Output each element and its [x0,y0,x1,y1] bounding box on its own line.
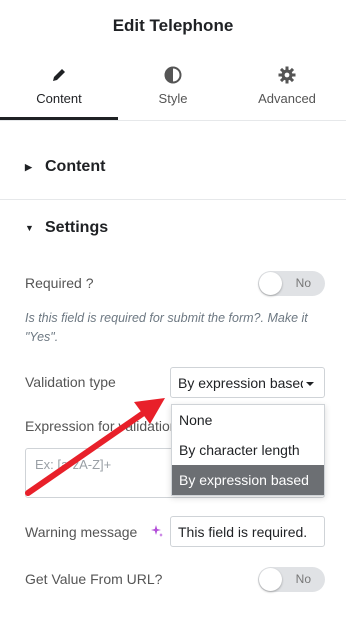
warning-message-input[interactable]: This field is required. [170,516,325,547]
gear-icon [278,65,296,85]
validation-type-dropdown: None By character length By expression b… [171,404,325,496]
panel-title: Edit Telephone [112,16,234,35]
validation-type-value: By expression based [178,374,303,391]
get-value-from-url-label: Get Value From URL? [25,571,163,587]
toggle-knob [259,568,282,591]
pencil-icon [51,65,67,85]
warning-message-value: This field is required. [178,523,308,540]
tab-content[interactable]: Content [0,52,118,120]
tab-advanced-label: Advanced [258,91,316,106]
tab-style[interactable]: Style [114,52,232,119]
tab-advanced[interactable]: Advanced [228,52,346,119]
section-content-header[interactable]: ▶ Content [0,139,346,195]
tab-bar: Content Style Advanced [0,52,346,121]
required-toggle-text: No [295,276,311,290]
option-by-expression-based[interactable]: By expression based [172,465,324,495]
caret-right-icon: ▶ [25,161,32,172]
get-value-from-url-toggle[interactable]: No [258,567,325,592]
half-circle-icon [164,65,182,85]
get-value-from-url-toggle-text: No [295,572,311,586]
option-none[interactable]: None [172,405,324,435]
required-toggle[interactable]: No [258,271,325,296]
required-label: Required ? [25,275,94,291]
section-content-label: Content [45,158,106,175]
toggle-knob [259,272,282,295]
section-settings-label: Settings [45,219,109,236]
expression-placeholder: Ex: [a-zA-Z]+ [35,457,112,472]
validation-type-select[interactable]: By expression based [170,367,325,398]
tab-content-label: Content [36,91,82,106]
section-settings-header[interactable]: ▼ Settings [0,200,346,256]
validation-type-label: Validation type [25,374,116,390]
chevron-down-icon [304,377,316,393]
expression-label: Expression for validation [25,418,178,434]
warning-message-label: Warning message [25,524,138,540]
option-by-character-length[interactable]: By character length [172,435,324,465]
caret-down-icon: ▼ [25,223,34,233]
required-help-text: Is this field is required for submit the… [25,311,308,344]
ai-sparkle-icon[interactable] [150,524,164,543]
tab-style-label: Style [158,91,188,106]
